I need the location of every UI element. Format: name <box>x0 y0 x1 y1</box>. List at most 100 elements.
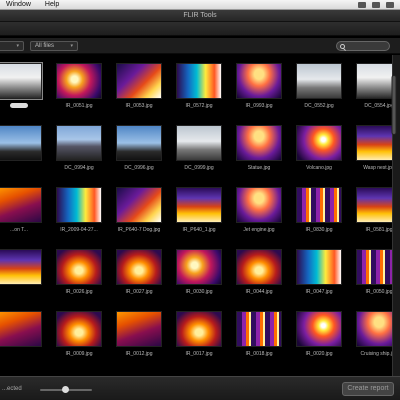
thumbnail-item[interactable]: IR_0830.jpg <box>290 187 348 249</box>
thumbnail-image[interactable] <box>0 249 42 285</box>
thumbnail-item[interactable]: DC_0994.jpg <box>50 125 108 187</box>
thumbnail-row: IR_0051.jpg IR_0053.jpg IR_0572.jpg IR_0993… <box>0 62 392 125</box>
status-icon[interactable] <box>358 1 366 8</box>
thumbnail-item[interactable]: IR_0012.jpg <box>110 311 168 373</box>
menu-help[interactable]: Help <box>45 1 59 8</box>
thumbnail-caption: IR_0044.jpg <box>245 289 273 295</box>
thumbnail-item[interactable]: IR_0020.jpg <box>290 311 348 373</box>
thumbnail-item[interactable]: IR_0572.jpg <box>170 63 228 125</box>
thumbnail-caption: IR_2009-04-27... <box>60 227 98 233</box>
thumbnail-caption: IR_0051.jpg <box>65 103 93 109</box>
thumbnail-item[interactable]: IR_0053.jpg <box>110 63 168 125</box>
thumbnail-item[interactable]: IR_0017.jpg <box>170 311 228 373</box>
thumbnail-image[interactable] <box>176 311 222 347</box>
thumbnail-caption: Wasp nest.jpg <box>363 165 392 171</box>
thumbnail-image[interactable] <box>296 249 342 285</box>
thumbnail-image[interactable] <box>356 249 392 285</box>
thumbnail-image[interactable] <box>116 187 162 223</box>
search-icon <box>340 43 345 49</box>
thumbnail-caption: IR_P640_1.jpg <box>182 227 216 233</box>
thumbnail-item[interactable]: Cruising ship.jpg <box>350 311 392 373</box>
thumbnail-image[interactable] <box>236 63 282 99</box>
files-filter-value: All files <box>35 42 55 49</box>
thumbnail-image[interactable] <box>236 187 282 223</box>
thumbnail-image[interactable] <box>116 311 162 347</box>
folder-select[interactable]: ▾ <box>0 40 24 51</box>
slider-knob[interactable] <box>62 386 69 393</box>
thumbnail-image[interactable] <box>296 311 342 347</box>
thumbnail-image[interactable] <box>356 63 392 99</box>
thumbnail-image[interactable] <box>0 187 42 223</box>
status-icon[interactable] <box>386 1 394 8</box>
thumbnail-item[interactable]: ...on T... <box>0 187 48 249</box>
thumbnail-item[interactable]: IR_0009.jpg <box>50 311 108 373</box>
thumbnail-image[interactable] <box>236 311 282 347</box>
thumbnail-item[interactable]: IR_0026.jpg <box>50 249 108 311</box>
thumbnail-item[interactable]: IR_P640_1.jpg <box>170 187 228 249</box>
thumbnail-item[interactable]: DC_0999.jpg <box>170 125 228 187</box>
chevron-down-icon: ▾ <box>70 42 73 49</box>
thumbnail-item[interactable]: Wasp nest.jpg <box>350 125 392 187</box>
thumbnail-image[interactable] <box>296 125 342 161</box>
thumbnail-item[interactable]: Volcano.jpg <box>290 125 348 187</box>
thumbnail-image[interactable] <box>0 62 43 100</box>
thumbnail-image[interactable] <box>116 63 162 99</box>
thumbnail-item[interactable]: DC_0552.jpg <box>290 63 348 125</box>
thumbnail-item[interactable]: Jet engine.jpg <box>230 187 288 249</box>
thumbnail-item[interactable]: DC_0554.jpg <box>350 63 392 125</box>
thumbnail-image[interactable] <box>176 249 222 285</box>
thumbnail-image[interactable] <box>56 63 102 99</box>
thumbnail-image[interactable] <box>116 125 162 161</box>
thumbnail-image[interactable] <box>236 125 282 161</box>
thumbnail-row: IR_0009.jpg IR_0012.jpg IR_0017.jpg IR_0018… <box>0 311 392 373</box>
menu-window[interactable]: Window <box>6 1 31 8</box>
thumbnail-image[interactable] <box>56 311 102 347</box>
thumbnail-image[interactable] <box>56 187 102 223</box>
thumbnail-caption: DC_0554.jpg <box>364 103 392 109</box>
thumbnail-item[interactable] <box>0 62 48 125</box>
thumbnail-row: DC_0994.jpg DC_0996.jpg DC_0999.jpg Statue.… <box>0 125 392 187</box>
thumbnail-image[interactable] <box>176 63 222 99</box>
thumbnail-item[interactable]: IR_0027.jpg <box>110 249 168 311</box>
thumbnail-row: IR_0026.jpg IR_0027.jpg IR_0030.jpg IR_0044… <box>0 249 392 311</box>
thumbnail-image[interactable] <box>176 125 222 161</box>
thumbnail-item[interactable]: IR_2009-04-27... <box>50 187 108 249</box>
thumbnail-image[interactable] <box>0 311 42 347</box>
thumbnail-item[interactable]: IR_0047.jpg <box>290 249 348 311</box>
thumbnail-item[interactable]: IR_0030.jpg <box>170 249 228 311</box>
thumbnail-image[interactable] <box>236 249 282 285</box>
thumbnail-image[interactable] <box>56 249 102 285</box>
thumbnail-item[interactable] <box>0 249 48 311</box>
thumbnail-image[interactable] <box>356 125 392 161</box>
search-input[interactable] <box>336 41 390 51</box>
thumbnail-image[interactable] <box>296 63 342 99</box>
thumbnail-item[interactable]: IR_0018.jpg <box>230 311 288 373</box>
thumbnail-image[interactable] <box>296 187 342 223</box>
thumbnail-item[interactable] <box>0 125 48 187</box>
thumbnail-item[interactable]: IR_0044.jpg <box>230 249 288 311</box>
thumbnail-size-slider[interactable] <box>40 386 92 393</box>
scrollbar-thumb[interactable] <box>391 75 397 135</box>
thumbnail-caption: IR_0030.jpg <box>185 289 213 295</box>
thumbnail-item[interactable]: IR_0993.jpg <box>230 63 288 125</box>
thumbnail-image[interactable] <box>356 187 392 223</box>
thumbnail-item[interactable]: IR_P640-7 Dog.jpg <box>110 187 168 249</box>
vertical-scrollbar[interactable] <box>391 55 400 376</box>
thumbnail-item[interactable] <box>0 311 48 373</box>
thumbnail-caption: IR_0017.jpg <box>185 351 213 357</box>
thumbnail-item[interactable]: Statue.jpg <box>230 125 288 187</box>
status-icon[interactable] <box>372 1 380 8</box>
thumbnail-image[interactable] <box>116 249 162 285</box>
thumbnail-image[interactable] <box>0 125 42 161</box>
thumbnail-item[interactable]: DC_0996.jpg <box>110 125 168 187</box>
thumbnail-image[interactable] <box>56 125 102 161</box>
files-filter-select[interactable]: All files ▾ <box>30 40 78 51</box>
thumbnail-item[interactable]: IR_0051.jpg <box>50 63 108 125</box>
thumbnail-caption: Jet engine.jpg <box>243 227 275 233</box>
thumbnail-item[interactable]: IR_0581.jpg <box>350 187 392 249</box>
window-title: FLIR Tools <box>0 10 400 22</box>
thumbnail-item[interactable]: IR_0050.jpg <box>350 249 392 311</box>
thumbnail-image[interactable] <box>176 187 222 223</box>
create-report-button[interactable]: Create report <box>342 382 394 396</box>
thumbnail-image[interactable] <box>356 311 392 347</box>
